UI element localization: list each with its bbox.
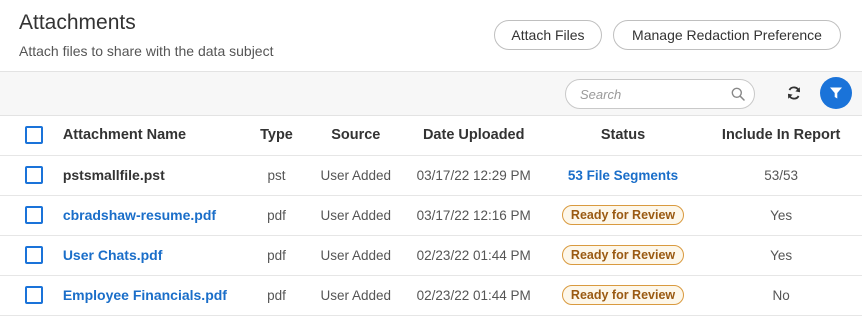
attachment-type: pdf [243, 274, 310, 316]
file-segments-link[interactable]: 53 File Segments [568, 168, 678, 183]
col-include-in-report[interactable]: Include In Report [700, 115, 862, 155]
attachment-date: 03/17/22 12:29 PM [401, 154, 546, 195]
attachment-name-link[interactable]: cbradshaw-resume.pdf [63, 207, 216, 223]
search-icon[interactable] [731, 87, 745, 101]
status-badge: Ready for Review [561, 205, 685, 225]
attachment-name-link[interactable]: Employee Financials.pdf [63, 287, 227, 303]
status-badge: Ready for Review [561, 245, 685, 265]
attachment-date: 02/23/22 01:44 PM [401, 274, 546, 316]
row-checkbox[interactable] [25, 166, 43, 185]
include-in-report: Yes [700, 234, 862, 275]
row-checkbox[interactable] [25, 246, 43, 265]
table-toolbar [0, 72, 862, 116]
attachment-source: User Added [309, 274, 402, 316]
table-row: Employee Financials.pdf pdf User Added 0… [0, 274, 862, 316]
attachment-date: 02/23/22 01:44 PM [401, 234, 546, 275]
include-in-report: 53/53 [700, 154, 862, 195]
table-header-row: Attachment Name Type Source Date Uploade… [0, 115, 862, 155]
row-checkbox-cell [0, 234, 63, 275]
row-checkbox-cell [0, 194, 63, 235]
search-input[interactable] [578, 86, 732, 103]
page-subtitle: Attach files to share with the data subj… [19, 43, 274, 59]
attachment-source: User Added [309, 234, 402, 275]
filter-icon [830, 87, 842, 99]
filter-button[interactable] [820, 77, 852, 109]
row-checkbox-cell [0, 154, 63, 195]
col-date-uploaded[interactable]: Date Uploaded [402, 115, 546, 155]
table-row: cbradshaw-resume.pdf pdf User Added 03/1… [0, 194, 862, 235]
page-title: Attachments [19, 11, 136, 34]
row-checkbox-cell [0, 274, 63, 316]
attachment-type: pdf [243, 194, 310, 235]
table-row: User Chats.pdf pdf User Added 02/23/22 0… [0, 234, 862, 275]
attachments-table: Attachment Name Type Source Date Uploade… [0, 115, 862, 316]
include-in-report: Yes [700, 194, 862, 235]
attachment-source: User Added [309, 154, 402, 195]
attachment-source: User Added [309, 194, 402, 235]
col-status[interactable]: Status [546, 115, 700, 155]
manage-redaction-preference-button[interactable]: Manage Redaction Preference [613, 20, 841, 50]
refresh-icon[interactable] [786, 85, 802, 101]
select-all-checkbox[interactable] [25, 125, 43, 144]
attach-files-button[interactable]: Attach Files [494, 20, 602, 50]
attachments-header: Attachments Attach files to share with t… [0, 0, 862, 72]
table-row: pstsmallfile.pst pst User Added 03/17/22… [0, 154, 862, 195]
attachment-type: pdf [243, 234, 310, 275]
include-in-report: No [700, 274, 862, 316]
status-badge: Ready for Review [561, 285, 685, 305]
col-type[interactable]: Type [243, 115, 310, 155]
row-checkbox[interactable] [25, 286, 43, 305]
col-attachment-name[interactable]: Attachment Name [63, 115, 243, 155]
search-box[interactable] [565, 79, 755, 109]
col-source[interactable]: Source [310, 115, 402, 155]
attachment-name: pstsmallfile.pst [62, 167, 165, 183]
select-all-cell [0, 115, 63, 155]
attachment-date: 03/17/22 12:16 PM [401, 194, 546, 235]
attachment-name-link[interactable]: User Chats.pdf [63, 247, 163, 263]
attachment-type: pst [243, 154, 310, 195]
row-checkbox[interactable] [25, 206, 43, 225]
